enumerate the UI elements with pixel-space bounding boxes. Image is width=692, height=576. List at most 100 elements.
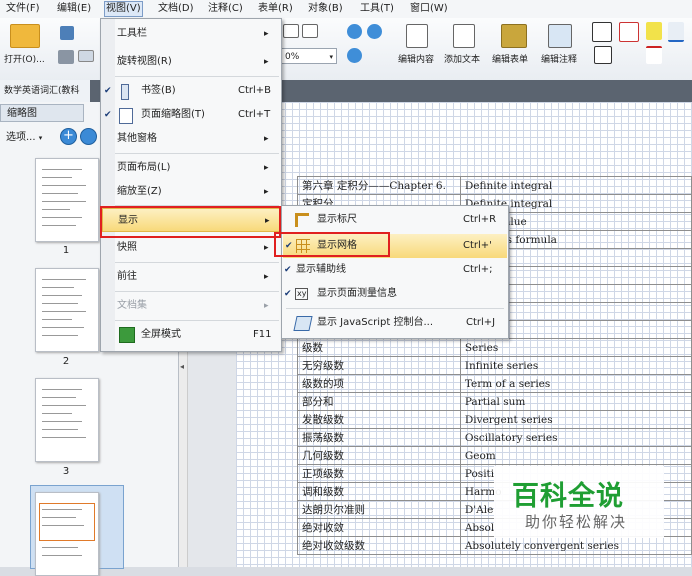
menu-view[interactable]: 视图(V) [104, 1, 143, 17]
display-submenu: 显示标尺 Ctrl+R ✔ 显示网格 Ctrl+' ✔ 显示辅助线 Ctrl+; ✔ … [281, 205, 509, 339]
fit-width-icon[interactable] [302, 24, 318, 38]
table-row: 无穷级数 Infinite series [297, 356, 692, 375]
menu-document[interactable]: 文档(D) [158, 2, 194, 16]
submenu-show-ruler[interactable]: 显示标尺 Ctrl+R [282, 208, 508, 232]
edit-content-label[interactable]: 编辑内容 [398, 52, 434, 65]
page-thumbnail-2[interactable] [35, 268, 99, 352]
typewriter-icon[interactable] [594, 46, 612, 64]
email-icon[interactable] [78, 50, 94, 62]
show-grid-highlight-box [274, 232, 390, 257]
menu-window[interactable]: 窗口(W) [410, 2, 448, 16]
english-term-cell: Geom [459, 446, 692, 465]
underline-text-icon[interactable] [668, 22, 684, 42]
edit-comment-label[interactable]: 编辑注释 [541, 52, 577, 65]
chinese-term-cell: 级数的项 [297, 374, 461, 393]
menu-tools[interactable]: 工具(T) [360, 2, 394, 16]
menu-comment[interactable]: 注释(C) [208, 2, 243, 16]
page-thumbnail-3[interactable] [35, 378, 99, 462]
display-highlight-box [100, 206, 281, 238]
enlarge-thumbnail-icon[interactable]: + [60, 128, 77, 145]
text-box-icon[interactable] [592, 22, 612, 42]
page-number-3: 3 [62, 466, 70, 477]
view-menu-toolbar[interactable]: 工具栏 ▸ [101, 22, 281, 46]
chinese-term-cell: 第六章 定积分——Chapter 6. [297, 176, 461, 195]
english-term-cell: Absolutely convergent series [459, 536, 692, 555]
save-icon[interactable] [60, 26, 74, 40]
view-menu-go-to[interactable]: 前往 ▸ [101, 265, 281, 289]
shrink-thumbnail-icon[interactable] [80, 128, 97, 145]
view-menu-full-screen[interactable]: 全屏模式 F11 [101, 323, 281, 347]
page-thumbnail-4[interactable] [35, 492, 99, 576]
measure-icon: xy [295, 288, 309, 300]
table-row: 发散级数 Divergent series [297, 410, 692, 429]
panel-title[interactable]: 缩略图 [0, 104, 84, 122]
open-folder-icon[interactable] [10, 24, 40, 48]
add-text-label[interactable]: 添加文本 [444, 52, 480, 65]
page-number-1: 1 [62, 245, 70, 256]
highlight-text-icon[interactable] [646, 22, 662, 40]
chinese-term-cell: 调和级数 [297, 482, 461, 501]
edit-form-icon[interactable] [501, 24, 527, 48]
english-term-cell: Oscillatory series [459, 428, 692, 447]
table-row: 级数 Series [297, 338, 692, 357]
add-text-icon[interactable] [453, 24, 475, 48]
view-menu-page-layout[interactable]: 页面布局(L) ▸ [101, 156, 281, 180]
full-screen-icon [119, 327, 135, 343]
submenu-show-measurement[interactable]: ✔ xy 显示页面测量信息 [282, 282, 508, 306]
view-menu: 工具栏 ▸ 旋转视图(R) ▸ ✔ 书签(B) Ctrl+B ✔ 页面缩略图(T) Ct… [100, 18, 282, 352]
check-icon: ✔ [284, 289, 292, 299]
bookmark-icon [121, 84, 129, 100]
view-menu-zoom-to[interactable]: 缩放至(Z) ▸ [101, 180, 281, 204]
chinese-term-cell: 绝对收敛 [297, 518, 461, 537]
english-term-cell: Definite integral [459, 176, 692, 195]
chinese-term-cell: 级数 [297, 338, 461, 357]
view-menu-rotate-view[interactable]: 旋转视图(R) ▸ [101, 50, 281, 74]
check-icon: ✔ [104, 86, 112, 96]
check-icon: ✔ [284, 265, 292, 275]
zoom-select[interactable]: 0% ▾ [281, 48, 337, 64]
view-menu-snapshot[interactable]: 快照 ▸ [101, 236, 281, 260]
print-icon[interactable] [58, 50, 74, 64]
edit-content-icon[interactable] [406, 24, 428, 48]
menu-edit[interactable]: 编辑(E) [57, 2, 91, 16]
chinese-term-cell: 达朗贝尔准则 [297, 500, 461, 519]
menu-file[interactable]: 文件(F) [6, 2, 40, 16]
panel-options[interactable]: 选项... ▾ [6, 128, 42, 143]
page-thumbnail-1[interactable] [35, 158, 99, 242]
zoom-in-icon[interactable] [367, 24, 382, 39]
check-icon: ✔ [104, 110, 112, 120]
english-term-cell: Series [459, 338, 692, 357]
view-menu-page-thumbnails[interactable]: ✔ 页面缩略图(T) Ctrl+T [101, 103, 281, 127]
submenu-javascript-console[interactable]: 显示 JavaScript 控制台... Ctrl+J [282, 311, 508, 335]
console-icon [293, 316, 313, 331]
zoom-in-plus-icon[interactable] [347, 48, 362, 63]
document-tab[interactable]: 数学英语词汇(教科 [0, 80, 90, 102]
table-row: 级数的项 Term of a series [297, 374, 692, 393]
chinese-term-cell: 部分和 [297, 392, 461, 411]
open-button-label[interactable]: 打开(O)... [4, 52, 45, 65]
table-row: 绝对收敛级数 Absolutely convergent series [297, 536, 692, 555]
english-term-cell: Partial sum [459, 392, 692, 411]
zoom-out-icon[interactable] [347, 24, 362, 39]
page-number-2: 2 [62, 356, 70, 367]
strikeout-icon[interactable] [646, 46, 662, 64]
collapse-arrow-icon[interactable]: ◂ [178, 362, 186, 376]
chinese-term-cell: 振荡级数 [297, 428, 461, 447]
submenu-show-guides[interactable]: ✔ 显示辅助线 Ctrl+; [282, 258, 508, 282]
table-row: 第六章 定积分——Chapter 6. Definite integral [297, 176, 692, 195]
view-menu-other-panes[interactable]: 其他窗格 ▸ [101, 127, 281, 151]
edit-comment-icon[interactable] [548, 24, 572, 48]
fit-page-icon[interactable] [283, 24, 299, 38]
english-term-cell: Divergent series [459, 410, 692, 429]
watermark-subtitle: 助你轻松解决 [525, 513, 628, 531]
menu-form[interactable]: 表单(R) [258, 2, 293, 16]
menu-object[interactable]: 对象(B) [308, 2, 343, 16]
view-menu-bookmarks[interactable]: ✔ 书签(B) Ctrl+B [101, 79, 281, 103]
chinese-term-cell: 绝对收敛级数 [297, 536, 461, 555]
english-term-cell: Infinite series [459, 356, 692, 375]
view-menu-document-set: 文档集 ▸ [117, 300, 269, 311]
ruler-icon [295, 213, 309, 227]
callout-icon[interactable] [619, 22, 639, 42]
edit-form-label[interactable]: 编辑表单 [492, 52, 528, 65]
watermark-title: 百科全说 [512, 481, 624, 512]
